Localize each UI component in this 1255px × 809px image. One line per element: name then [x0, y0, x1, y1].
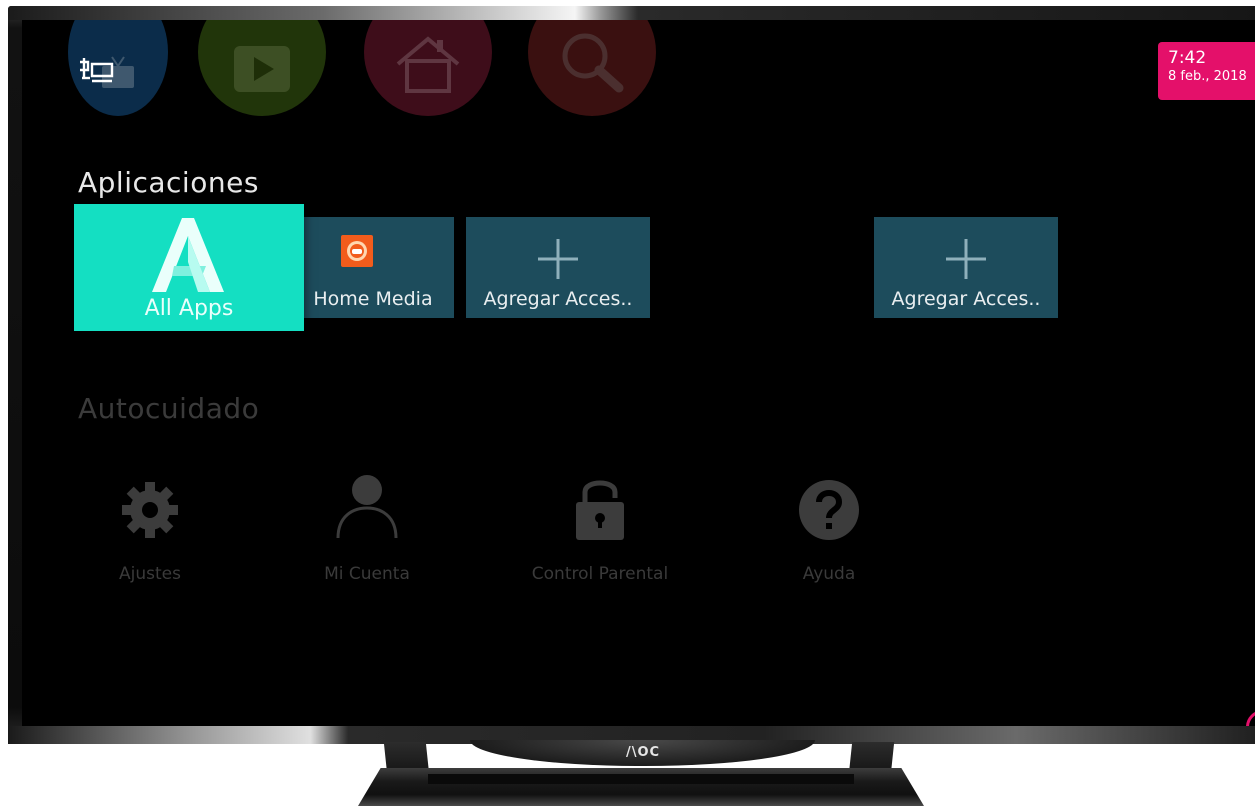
all-apps-label: All Apps: [144, 296, 234, 321]
home-media-label: Home Media: [313, 288, 433, 310]
care-label-control-parental: Control Parental: [531, 564, 669, 584]
all-apps-a-icon: [152, 218, 224, 292]
add-shortcut-tile-1[interactable]: Agregar Acces..: [466, 217, 650, 318]
care-item-mi-cuenta[interactable]: Mi Cuenta: [287, 472, 447, 584]
clock-badge: 7:42 8 feb., 2018: [1158, 42, 1255, 100]
help-icon: [799, 480, 859, 540]
care-label-mi-cuenta: Mi Cuenta: [324, 564, 410, 584]
brand-logo: /\OC: [625, 745, 661, 760]
network-icon: [80, 58, 114, 83]
gear-icon: [122, 482, 178, 538]
care-item-ajustes[interactable]: Ajustes: [70, 472, 230, 584]
care-label-ajustes: Ajustes: [119, 564, 181, 584]
home-media-icon: [341, 235, 373, 267]
tv-stand-base: [358, 768, 924, 806]
lock-icon: [576, 480, 624, 540]
search-icon: [562, 33, 624, 93]
apps-section-title: Aplicaciones: [78, 166, 259, 199]
corner-logo-icon: [1246, 710, 1255, 726]
play-icon: [234, 46, 290, 92]
care-section-title: Autocuidado: [78, 392, 260, 425]
user-icon: [336, 475, 398, 539]
home-media-tile[interactable]: Home Media: [302, 217, 454, 318]
all-apps-tile[interactable]: All Apps: [74, 204, 304, 331]
top-nav: [22, 20, 722, 120]
plus-icon: [538, 239, 578, 279]
add-shortcut-label-1: Agregar Acces..: [483, 288, 633, 310]
add-shortcut-label-2: Agregar Acces..: [891, 288, 1041, 310]
care-item-control-parental[interactable]: Control Parental: [516, 472, 684, 584]
nav-search[interactable]: [528, 20, 656, 116]
home-icon: [396, 36, 460, 93]
care-item-ayuda[interactable]: Ayuda: [749, 472, 909, 584]
clock-date: 8 feb., 2018: [1168, 69, 1247, 84]
care-label-ayuda: Ayuda: [802, 564, 856, 584]
nav-video[interactable]: [198, 20, 326, 116]
plus-icon: [946, 239, 986, 279]
tv-screen: 7:42 8 feb., 2018 Aplicaciones All Apps …: [22, 20, 1255, 726]
nav-home[interactable]: [364, 20, 492, 116]
clock-time: 7:42: [1168, 48, 1207, 68]
add-shortcut-tile-2[interactable]: Agregar Acces..: [874, 217, 1058, 318]
